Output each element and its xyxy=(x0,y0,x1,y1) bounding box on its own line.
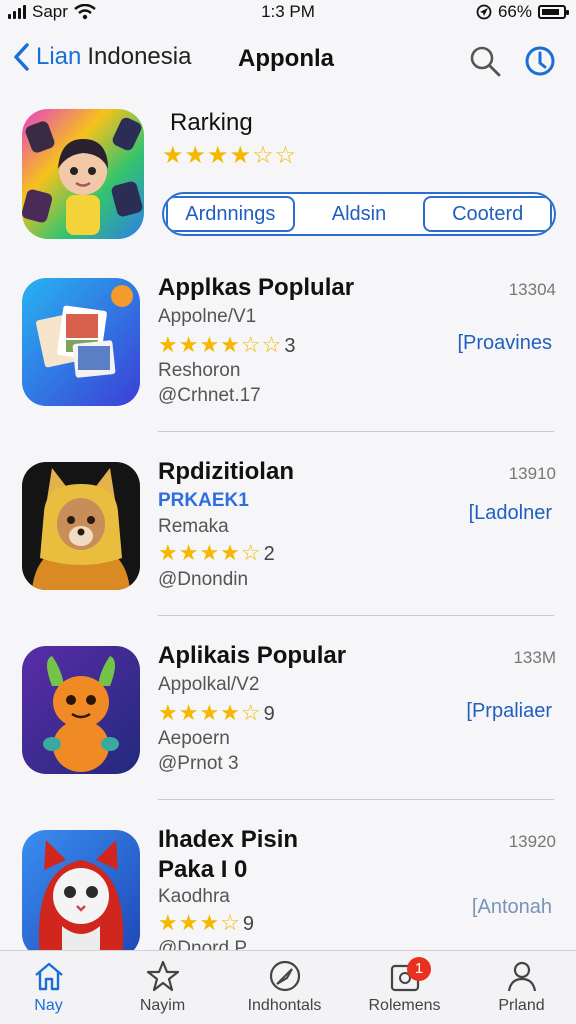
featured-title: Rarking xyxy=(170,109,253,136)
rating-stars: ★★★★☆ xyxy=(158,540,262,565)
app-name: Rpdizitiolan xyxy=(158,458,294,485)
back-sublabel: Indonesia xyxy=(87,43,192,70)
rating-count: 3 xyxy=(284,335,296,357)
back-label: Lian xyxy=(36,43,82,70)
star-icon xyxy=(146,960,179,992)
rating-stars: ★★★★☆ xyxy=(158,700,262,725)
segmented-control: Ardnnings Aldsin Cooterd xyxy=(162,192,556,236)
app-developer: @Crhnet.17 xyxy=(158,385,261,406)
app-category: Kaodhra xyxy=(158,886,230,907)
row-divider xyxy=(158,431,554,432)
app-name-line-2: Paka I 0 xyxy=(158,856,248,883)
app-developer: @Prnot 3 xyxy=(158,753,239,774)
segment-2[interactable]: Cooterd xyxy=(423,196,553,232)
back-button[interactable]: Lian Indonesia xyxy=(12,42,191,72)
app-subtitle: Appolkal/V2 xyxy=(158,674,260,695)
app-developer: @Dnondin xyxy=(158,569,249,590)
row-divider xyxy=(158,799,554,800)
app-subtitle: PRKAEK1 xyxy=(158,490,249,511)
tab-prland[interactable]: Prland xyxy=(464,959,576,1015)
home-icon xyxy=(34,962,63,991)
search-icon[interactable] xyxy=(468,44,502,78)
tab-label: Rolemens xyxy=(368,997,441,1014)
app-size: 13920 xyxy=(508,832,556,851)
person-icon xyxy=(507,961,536,992)
notification-badge: 1 xyxy=(407,957,431,981)
segment-1[interactable]: Aldsin xyxy=(297,194,422,234)
app-size: 13304 xyxy=(508,280,556,299)
chevron-left-icon xyxy=(14,43,29,71)
tab-nayim[interactable]: Nayim xyxy=(105,959,220,1015)
rating-count: 9 xyxy=(242,913,255,935)
rating-count: 9 xyxy=(263,703,275,725)
tab-label: Prland xyxy=(498,997,545,1014)
app-icon xyxy=(22,278,140,406)
row-divider xyxy=(158,615,554,616)
location-icon xyxy=(476,4,492,20)
app-name: Applkas Poplular xyxy=(158,274,355,301)
featured-rating-stars: ★★★★☆☆ xyxy=(162,142,298,169)
app-action-link[interactable]: [Antonah xyxy=(472,896,552,919)
tab-label: Indhontals xyxy=(247,997,322,1014)
app-category: Reshoron xyxy=(158,360,241,381)
status-right: 66% xyxy=(476,2,569,22)
segment-0[interactable]: Ardnnings xyxy=(166,196,295,232)
app-action-link[interactable]: [Prpaliaer xyxy=(466,700,552,723)
app-name: Ihadex Pisin xyxy=(158,826,299,853)
compass-icon xyxy=(269,960,300,992)
app-rating: ★★★★☆☆ 3 xyxy=(158,332,295,358)
battery-percent: 66% xyxy=(497,2,532,21)
app-name: Aplikais Popular xyxy=(158,642,347,669)
app-rating: ★★★☆ 9 xyxy=(158,910,254,936)
tab-nay[interactable]: Nay xyxy=(0,959,106,1015)
list-item[interactable]: Rpdizitiolan 13910 PRKAEK1 Remaka ★★★★☆ 2… xyxy=(0,454,576,638)
app-action-link[interactable]: [Proavines xyxy=(458,332,553,355)
rating-count: 2 xyxy=(263,543,275,565)
featured-section: Rarking ★★★★☆☆ Ardnnings Aldsin Cooterd xyxy=(0,105,576,245)
info-icon[interactable] xyxy=(523,44,557,78)
page-title: Apponla xyxy=(238,45,334,72)
tab-rolemens[interactable]: Rolemens 1 xyxy=(347,957,462,1015)
app-icon xyxy=(22,462,140,590)
app-icon xyxy=(22,646,140,774)
list-item[interactable]: Applkas Poplular 13304 Appolne/V1 ★★★★☆☆… xyxy=(0,270,576,454)
app-icon xyxy=(22,830,140,958)
app-size: 133M xyxy=(513,648,556,667)
app-rating: ★★★★☆ 9 xyxy=(158,700,275,726)
app-rating: ★★★★☆ 2 xyxy=(158,540,275,566)
list-item[interactable]: Aplikais Popular 133M Appolkal/V2 ★★★★☆ 9… xyxy=(0,638,576,822)
tab-indhontals[interactable]: Indhontals xyxy=(227,959,342,1015)
tab-label: Nay xyxy=(34,997,63,1014)
tab-bar: Nay Nayim Indhontals Rolemens 1 Prland xyxy=(0,950,576,1024)
featured-app-icon[interactable] xyxy=(22,109,144,239)
app-category: Aepoern xyxy=(158,728,230,749)
nav-bar: Lian Indonesia Apponla xyxy=(0,40,576,84)
rating-stars: ★★★★☆☆ xyxy=(158,332,283,357)
app-action-link[interactable]: [Ladolner xyxy=(469,502,552,525)
rating-stars: ★★★☆ xyxy=(158,910,241,935)
app-size: 13910 xyxy=(508,464,556,483)
app-subtitle: Appolne/V1 xyxy=(158,306,257,327)
battery-icon xyxy=(538,5,569,19)
app-category: Remaka xyxy=(158,516,229,537)
status-bar: Sapr 1:3 PM 66% xyxy=(0,0,576,26)
tab-label: Nayim xyxy=(139,997,186,1014)
